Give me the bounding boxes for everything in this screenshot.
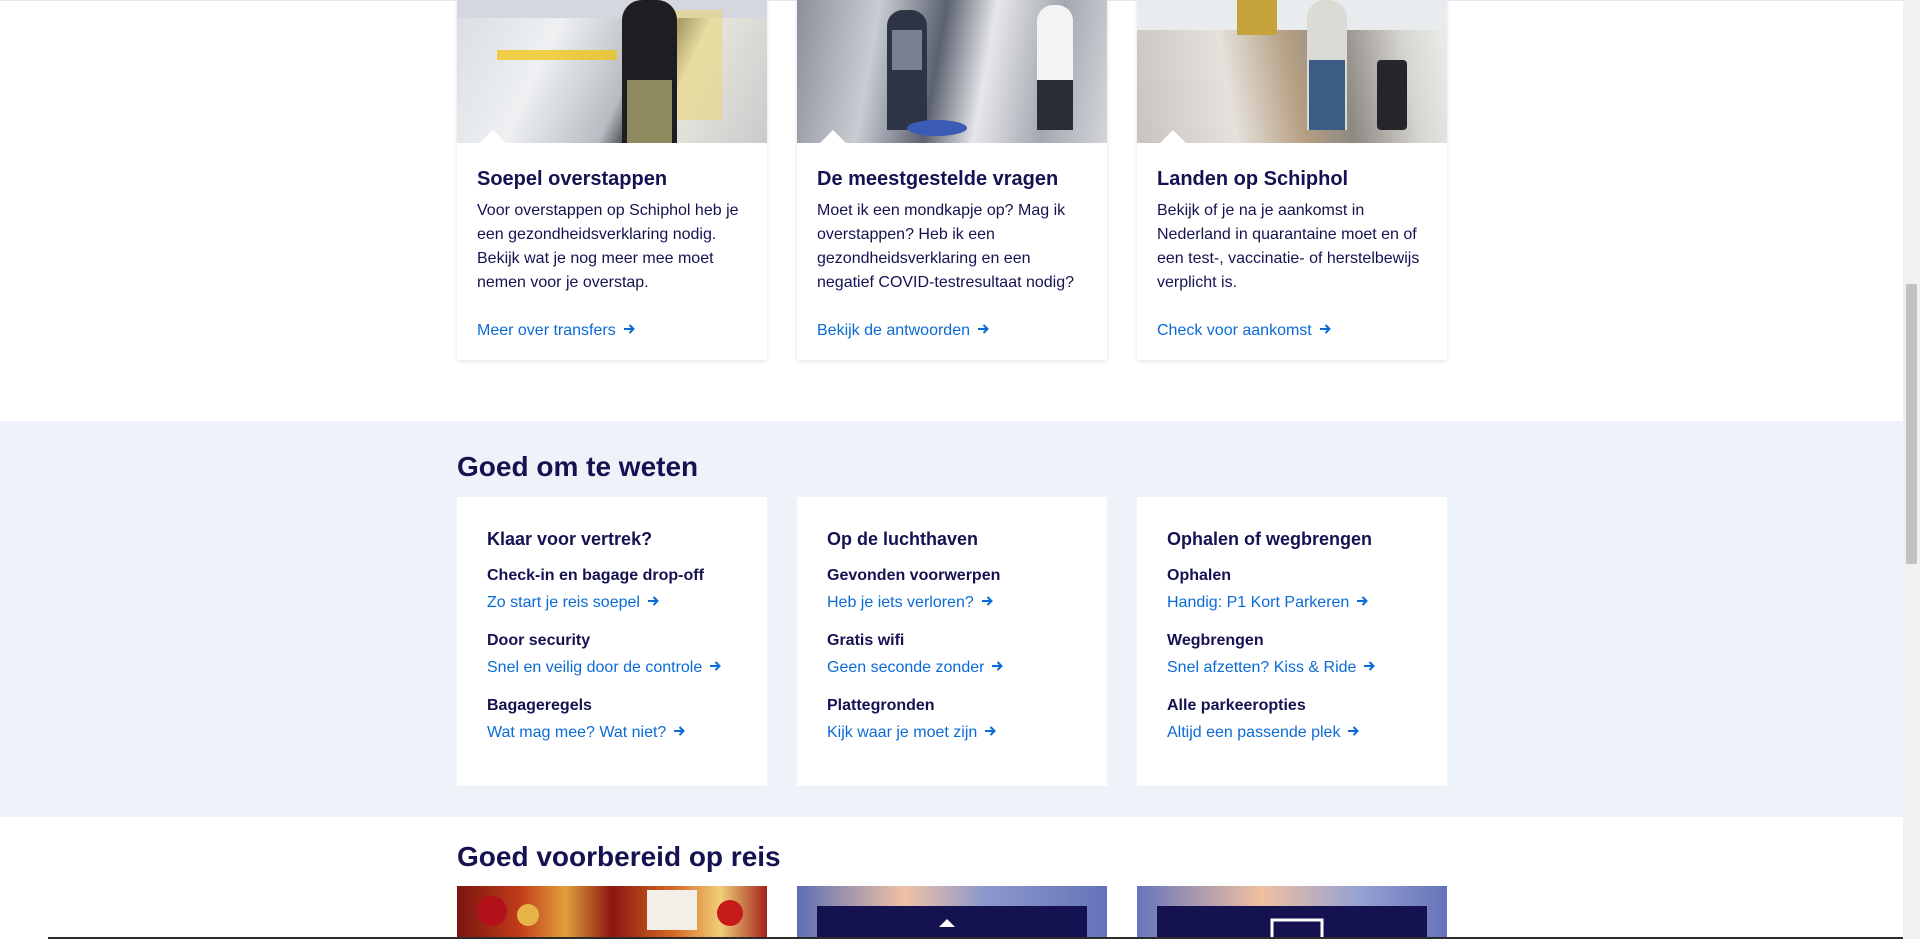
know-item-title: Gratis wifi xyxy=(827,632,905,649)
know-link-label: Handig: P1 Kort Parkeren xyxy=(1167,594,1350,611)
know-item-link[interactable]: Handig: P1 Kort Parkeren xyxy=(1167,593,1369,613)
card-title: Soepel overstappen xyxy=(477,168,668,190)
know-card-title: Ophalen of wegbrengen xyxy=(1167,529,1373,549)
know-link-label: Wat mag mee? Wat niet? xyxy=(487,724,667,741)
good-to-know-section: Goed om te weten Klaar voor vertrek? Che… xyxy=(0,421,1903,817)
card-text: Moet ik een mondkapje op? Mag ik oversta… xyxy=(817,202,1075,291)
section-heading: Goed voorbereid op reis xyxy=(457,841,781,872)
know-item-link[interactable]: Altijd een passende plek xyxy=(1167,723,1360,743)
card-link-faq[interactable]: Bekijk de antwoorden xyxy=(817,319,990,343)
arrow-right-icon xyxy=(1364,661,1376,671)
card-transfer[interactable]: Soepel overstappen Voor overstappen op S… xyxy=(457,0,767,360)
know-item: Wegbrengen Snel afzetten? Kiss & Ride xyxy=(1167,630,1417,678)
arrow-right-icon xyxy=(1357,596,1369,606)
know-item-title: Wegbrengen xyxy=(1167,632,1264,649)
know-card-departure: Klaar voor vertrek? Check-in en bagage d… xyxy=(457,497,767,786)
card-image xyxy=(1137,0,1447,143)
card-text: Voor overstappen op Schiphol heb je een … xyxy=(477,202,739,291)
know-item-link[interactable]: Snel en veilig door de controle xyxy=(487,658,722,678)
card-link-arrival[interactable]: Check voor aankomst xyxy=(1157,319,1332,343)
illustration-screen-image[interactable] xyxy=(1137,886,1447,939)
know-item-link[interactable]: Zo start je reis soepel xyxy=(487,593,660,613)
arrow-right-icon xyxy=(647,596,659,606)
section-heading: Goed om te weten xyxy=(457,451,699,482)
arrow-right-icon xyxy=(1348,726,1360,736)
know-item: Alle parkeeropties Altijd een passende p… xyxy=(1167,695,1417,743)
know-item-link[interactable]: Wat mag mee? Wat niet? xyxy=(487,723,686,743)
know-link-label: Snel afzetten? Kiss & Ride xyxy=(1167,659,1357,676)
know-link-label: Heb je iets verloren? xyxy=(827,594,974,611)
know-item: Bagageregels Wat mag mee? Wat niet? xyxy=(487,695,737,743)
card-image xyxy=(797,0,1107,143)
know-item-link[interactable]: Geen seconde zonder xyxy=(827,658,1004,678)
know-item-title: Check-in en bagage drop-off xyxy=(487,567,704,584)
know-item-link[interactable]: Heb je iets verloren? xyxy=(827,593,994,613)
arrow-right-icon xyxy=(674,726,686,736)
card-link-label: Bekijk de antwoorden xyxy=(817,322,970,339)
know-item: Ophalen Handig: P1 Kort Parkeren xyxy=(1167,565,1417,613)
card-link-label: Meer over transfers xyxy=(477,322,616,339)
know-link-label: Snel en veilig door de controle xyxy=(487,659,703,676)
know-item-title: Plattegronden xyxy=(827,697,935,714)
card-arrival[interactable]: Landen op Schiphol Bekijk of je na je aa… xyxy=(1137,0,1447,360)
know-card-title: Klaar voor vertrek? xyxy=(487,529,653,549)
know-item-title: Alle parkeeropties xyxy=(1167,697,1306,714)
know-item: Door security Snel en veilig door de con… xyxy=(487,630,737,678)
know-card-title: Op de luchthaven xyxy=(827,529,979,549)
know-link-label: Altijd een passende plek xyxy=(1167,724,1341,741)
know-card-pickup: Ophalen of wegbrengen Ophalen Handig: P1… xyxy=(1137,497,1447,786)
arrow-right-icon xyxy=(985,726,997,736)
know-link-label: Kijk waar je moet zijn xyxy=(827,724,978,741)
top-cards-row: Soepel overstappen Voor overstappen op S… xyxy=(457,0,1447,360)
arrow-right-icon xyxy=(1319,324,1331,334)
card-link-label: Check voor aankomst xyxy=(1157,322,1312,339)
upload-icon xyxy=(939,919,955,927)
know-item-title: Ophalen xyxy=(1167,567,1232,584)
know-item: Gevonden voorwerpen Heb je iets verloren… xyxy=(827,565,1077,613)
screen-icon xyxy=(1270,918,1324,937)
arrow-right-icon xyxy=(992,661,1004,671)
vertical-scrollbar[interactable] xyxy=(1903,0,1920,939)
know-item-title: Gevonden voorwerpen xyxy=(827,567,1001,584)
know-item-link[interactable]: Kijk waar je moet zijn xyxy=(827,723,997,743)
arrow-right-icon xyxy=(981,596,993,606)
card-link-transfers[interactable]: Meer over transfers xyxy=(477,319,636,343)
card-faq[interactable]: De meestgestelde vragen Moet ik een mond… xyxy=(797,0,1107,360)
know-item: Check-in en bagage drop-off Zo start je … xyxy=(487,565,737,613)
card-title: De meestgestelde vragen xyxy=(817,168,1059,190)
know-item-title: Bagageregels xyxy=(487,697,592,714)
scrollbar-thumb[interactable] xyxy=(1906,284,1917,564)
card-title: Landen op Schiphol xyxy=(1157,168,1349,190)
know-card-airport: Op de luchthaven Gevonden voorwerpen Heb… xyxy=(797,497,1107,786)
card-image xyxy=(457,0,767,143)
know-link-label: Geen seconde zonder xyxy=(827,659,985,676)
page: Soepel overstappen Voor overstappen op S… xyxy=(0,0,1920,939)
know-item-title: Door security xyxy=(487,632,591,649)
know-item: Plattegronden Kijk waar je moet zijn xyxy=(827,695,1077,743)
christmas-decorations-image[interactable] xyxy=(457,886,767,939)
know-link-label: Zo start je reis soepel xyxy=(487,594,640,611)
illustration-upload-image[interactable] xyxy=(797,886,1107,939)
arrow-right-icon xyxy=(977,324,989,334)
card-text: Bekijk of je na je aankomst in Nederland… xyxy=(1157,202,1420,291)
know-item: Gratis wifi Geen seconde zonder xyxy=(827,630,1077,678)
arrow-right-icon xyxy=(710,661,722,671)
arrow-right-icon xyxy=(623,324,635,334)
know-item-link[interactable]: Snel afzetten? Kiss & Ride xyxy=(1167,658,1376,678)
